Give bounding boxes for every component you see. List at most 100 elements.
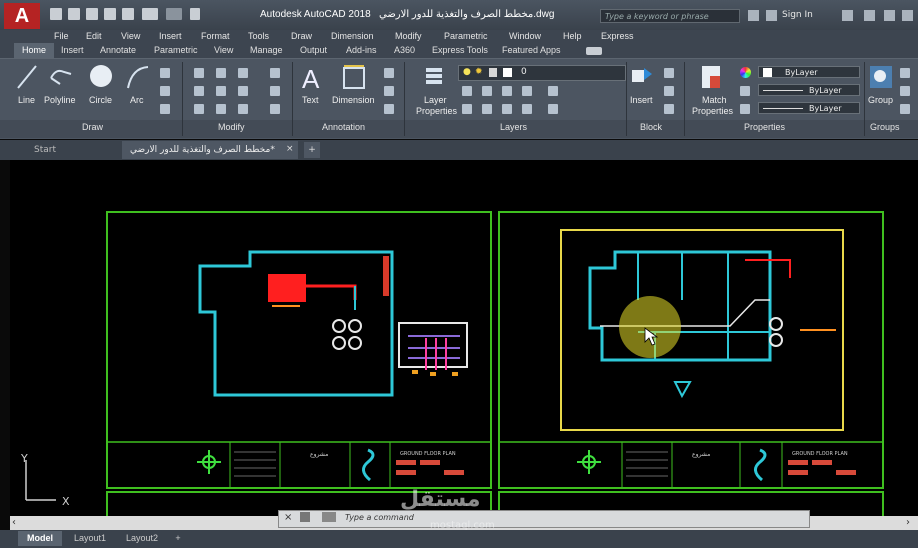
- command-history-icon[interactable]: [322, 512, 336, 522]
- scale-icon[interactable]: [216, 104, 226, 114]
- menu-parametric[interactable]: Parametric: [444, 31, 488, 41]
- group-button[interactable]: Group: [868, 95, 893, 105]
- tab-home[interactable]: Home: [14, 43, 54, 58]
- layer-previous-icon[interactable]: [502, 104, 512, 114]
- tab-current-drawing[interactable]: مخطط الصرف والتغذية للدور الارضي*: [122, 141, 298, 159]
- explode-icon[interactable]: [270, 86, 280, 96]
- tab-output[interactable]: Output: [300, 45, 327, 55]
- match-properties-icon[interactable]: [700, 64, 724, 90]
- stretch-icon[interactable]: [194, 104, 204, 114]
- app-menu-button[interactable]: A: [4, 3, 40, 29]
- menu-tools[interactable]: Tools: [248, 31, 269, 41]
- new-tab-button[interactable]: +: [304, 142, 320, 158]
- panel-groups-label[interactable]: Groups: [870, 122, 900, 132]
- save-icon[interactable]: [86, 8, 98, 20]
- search-icon[interactable]: [748, 10, 759, 21]
- edit-attributes-icon[interactable]: [664, 104, 674, 114]
- new-icon[interactable]: [50, 8, 62, 20]
- array-icon[interactable]: [238, 104, 248, 114]
- dimension-button[interactable]: Dimension: [332, 95, 375, 105]
- line-button[interactable]: Line: [18, 95, 35, 105]
- polyline-button[interactable]: Polyline: [44, 95, 76, 105]
- move-icon[interactable]: [194, 68, 204, 78]
- layer-merge-icon[interactable]: [548, 104, 558, 114]
- insert-block-icon[interactable]: [630, 64, 656, 88]
- text-button[interactable]: Text: [302, 95, 319, 105]
- line-icon[interactable]: [16, 64, 38, 90]
- circle-button[interactable]: Circle: [89, 95, 112, 105]
- open-icon[interactable]: [68, 8, 80, 20]
- scroll-left-icon[interactable]: ‹: [12, 517, 16, 528]
- group-icon[interactable]: [868, 64, 894, 90]
- insert-button[interactable]: Insert: [630, 95, 653, 105]
- layer-isolate-icon[interactable]: [482, 86, 492, 96]
- arc-icon[interactable]: [124, 64, 150, 90]
- scroll-right-icon[interactable]: ›: [906, 517, 910, 528]
- redo-icon[interactable]: [166, 8, 182, 20]
- cart-icon[interactable]: [864, 10, 875, 21]
- leader-icon[interactable]: [384, 68, 394, 78]
- color-dropdown[interactable]: ByLayer: [758, 66, 860, 78]
- menu-help[interactable]: Help: [563, 31, 582, 41]
- menu-window[interactable]: Window: [509, 31, 541, 41]
- tab-express-tools[interactable]: Express Tools: [432, 45, 488, 55]
- menu-insert[interactable]: Insert: [159, 31, 182, 41]
- menu-edit[interactable]: Edit: [86, 31, 102, 41]
- circle-icon[interactable]: [88, 63, 114, 91]
- tab-manage[interactable]: Manage: [250, 45, 283, 55]
- gradient-icon[interactable]: [160, 104, 170, 114]
- rectangle-icon[interactable]: [160, 68, 170, 78]
- group-edit-icon[interactable]: [900, 86, 910, 96]
- table-icon[interactable]: [384, 86, 394, 96]
- panel-properties-label[interactable]: Properties: [744, 122, 785, 132]
- layer-on-icon[interactable]: [462, 104, 472, 114]
- menu-express[interactable]: Express: [601, 31, 634, 41]
- close-tab-icon[interactable]: ×: [286, 144, 294, 154]
- layer-match-icon[interactable]: [482, 104, 492, 114]
- tab-annotate[interactable]: Annotate: [100, 45, 136, 55]
- save-as-icon[interactable]: [104, 8, 116, 20]
- add-layout-button[interactable]: +: [170, 531, 186, 546]
- copy-icon[interactable]: [194, 86, 204, 96]
- panel-annotation-label[interactable]: Annotation: [322, 122, 365, 132]
- dimension-icon[interactable]: [340, 64, 368, 92]
- panel-draw-label[interactable]: Draw: [82, 122, 103, 132]
- lineweight-dropdown[interactable]: ByLayer: [758, 102, 860, 114]
- layer-dropdown[interactable]: ● ✹ 0: [458, 65, 626, 81]
- edit-block-icon[interactable]: [664, 86, 674, 96]
- layer-freeze-icon[interactable]: [502, 86, 512, 96]
- tab-add-ins[interactable]: Add-ins: [346, 45, 377, 55]
- search-input[interactable]: Type a keyword or phrase: [600, 9, 740, 23]
- help-icon[interactable]: [902, 10, 913, 21]
- command-input[interactable]: Type a command: [345, 513, 414, 522]
- tab-view[interactable]: View: [214, 45, 233, 55]
- menu-format[interactable]: Format: [201, 31, 230, 41]
- tab-start[interactable]: Start: [10, 141, 120, 159]
- user-icon[interactable]: [766, 10, 777, 21]
- menu-dimension[interactable]: Dimension: [331, 31, 374, 41]
- rotate-icon[interactable]: [216, 68, 226, 78]
- tab-a360[interactable]: A360: [394, 45, 415, 55]
- close-command-icon[interactable]: ×: [284, 512, 292, 523]
- tab-parametric[interactable]: Parametric: [154, 45, 198, 55]
- erase-icon[interactable]: [270, 68, 280, 78]
- menu-view[interactable]: View: [121, 31, 140, 41]
- layer-properties-icon[interactable]: [424, 64, 446, 88]
- polyline-icon[interactable]: [48, 64, 74, 90]
- menu-file[interactable]: File: [54, 31, 69, 41]
- layer-button-line2[interactable]: Properties: [416, 106, 457, 116]
- panel-modify-label[interactable]: Modify: [218, 122, 245, 132]
- mirror-icon[interactable]: [216, 86, 226, 96]
- quick-access-dropdown-icon[interactable]: [190, 8, 200, 20]
- ungroup-icon[interactable]: [900, 68, 910, 78]
- tab-insert[interactable]: Insert: [61, 45, 84, 55]
- undo-icon[interactable]: [142, 8, 158, 20]
- layer-unlock-icon[interactable]: [522, 104, 532, 114]
- ribbon-toggle-icon[interactable]: [586, 47, 602, 55]
- panel-layers-label[interactable]: Layers: [500, 122, 527, 132]
- match-button-line1[interactable]: Match: [702, 95, 727, 105]
- layer-button-line1[interactable]: Layer: [424, 95, 447, 105]
- offset-icon[interactable]: [270, 104, 280, 114]
- create-block-icon[interactable]: [664, 68, 674, 78]
- text-icon[interactable]: A: [300, 64, 324, 92]
